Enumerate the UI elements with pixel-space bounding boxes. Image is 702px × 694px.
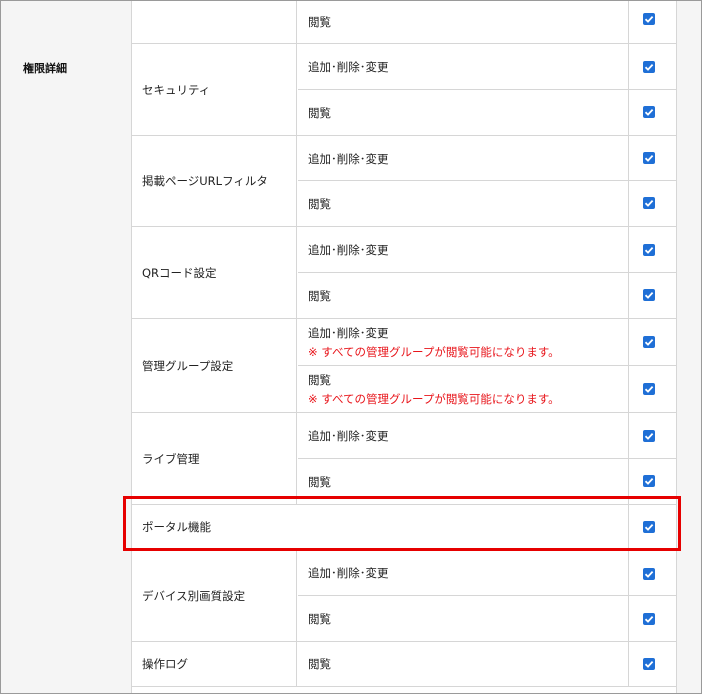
permission-group-admin-group: 管理グループ設定 追加･削除･変更 ※ すべての管理グループが閲覧可能になります… <box>132 319 676 413</box>
row-divider <box>629 272 676 273</box>
permission-checkbox[interactable] <box>643 658 655 670</box>
category-label: ライブ管理 <box>132 413 297 504</box>
category-label: QRコード設定 <box>132 227 297 318</box>
row-divider <box>629 595 676 596</box>
section-label: 権限詳細 <box>23 62 67 75</box>
sub-label: 閲覧 <box>308 15 331 29</box>
sub-label: 閲覧 <box>308 105 331 120</box>
permission-checkbox[interactable] <box>643 152 655 164</box>
sub-label-cell: 閲覧 ※ すべての管理グループが閲覧可能になります。 <box>298 365 629 412</box>
permission-checkbox[interactable] <box>643 475 655 487</box>
sub-label: 閲覧 <box>308 288 331 303</box>
sub-label: 追加･削除･変更 <box>308 326 389 340</box>
category-label: セキュリティ <box>132 44 297 135</box>
sub-label: 追加･削除･変更 <box>308 60 389 74</box>
sub-label-cell: 閲覧 <box>298 1 629 43</box>
permission-checkbox[interactable] <box>643 336 655 348</box>
sub-label-cell: 追加･削除･変更 ※ すべての管理グループが閲覧可能になります。 <box>298 319 629 366</box>
sub-label: 追加･削除･変更 <box>308 151 389 166</box>
permission-checkbox[interactable] <box>643 383 655 395</box>
row-divider <box>629 458 676 459</box>
sub-label-cell: 閲覧 <box>298 458 629 504</box>
permission-checkbox[interactable] <box>643 613 655 625</box>
sub-label-cell: 閲覧 <box>298 642 629 686</box>
category-label: デバイス別画質設定 <box>132 550 297 641</box>
sub-label-cell: 追加･削除･変更 <box>298 44 629 90</box>
permission-checkbox[interactable] <box>643 521 655 533</box>
sub-label-cell: 追加･削除･変更 <box>298 227 629 273</box>
warning-note: ※ すべての管理グループが閲覧可能になります。 <box>308 345 560 359</box>
sub-label-cell: 閲覧 <box>298 272 629 318</box>
permission-checkbox[interactable] <box>643 13 655 25</box>
row-divider <box>629 180 676 181</box>
permission-table: 権限詳細 閲覧 セキュリティ 追加･削除･変更 閲覧 掲載ページURLフィルタ … <box>0 0 702 694</box>
sub-label-cell: 閲覧 <box>298 180 629 226</box>
section-label-column: 権限詳細 <box>1 1 132 693</box>
permission-checkbox[interactable] <box>643 61 655 73</box>
permission-checkbox[interactable] <box>643 289 655 301</box>
permission-checkbox[interactable] <box>643 244 655 256</box>
permission-checkbox[interactable] <box>643 197 655 209</box>
sub-label-cell: 閲覧 <box>298 595 629 641</box>
sub-label-cell: 追加･削除･変更 <box>298 550 629 596</box>
sub-label: 閲覧 <box>308 372 331 387</box>
permission-group-portal: ポータル機能 <box>132 505 676 550</box>
permission-group-security: セキュリティ 追加･削除･変更 閲覧 <box>132 44 676 136</box>
sub-label: 閲覧 <box>308 611 331 626</box>
sub-label: 追加･削除･変更 <box>308 243 389 257</box>
permission-checkbox[interactable] <box>643 430 655 442</box>
right-gutter <box>676 1 701 693</box>
warning-note: ※ すべての管理グループが閲覧可能になります。 <box>308 391 560 406</box>
permission-group-qr-code: QRコード設定 追加･削除･変更 閲覧 <box>132 227 676 319</box>
row-divider <box>629 365 676 366</box>
permission-group-operation-log: 操作ログ 閲覧 <box>132 642 676 687</box>
sub-label: 閲覧 <box>308 474 331 489</box>
row-divider <box>629 89 676 90</box>
category-label: ポータル機能 <box>132 505 629 549</box>
sub-label: 閲覧 <box>308 196 331 211</box>
sub-label-cell: 追加･削除･変更 <box>298 136 629 181</box>
permission-group-device-quality: デバイス別画質設定 追加･削除･変更 閲覧 <box>132 550 676 642</box>
sub-label: 閲覧 <box>308 657 331 671</box>
category-label: 操作ログ <box>132 642 297 686</box>
permission-checkbox[interactable] <box>643 568 655 580</box>
category-label: 管理グループ設定 <box>132 319 297 412</box>
permission-group-url-filter: 掲載ページURLフィルタ 追加･削除･変更 閲覧 <box>132 136 676 227</box>
sub-label: 追加･削除･変更 <box>308 429 389 443</box>
permission-checkbox[interactable] <box>643 106 655 118</box>
sub-label: 追加･削除･変更 <box>308 566 389 580</box>
permission-group-live: ライブ管理 追加･削除･変更 閲覧 <box>132 413 676 505</box>
category-cell-empty <box>132 1 297 43</box>
permission-group-top: 閲覧 <box>132 1 676 44</box>
sub-label-cell: 閲覧 <box>298 89 629 135</box>
category-label: 掲載ページURLフィルタ <box>132 136 297 226</box>
sub-label-cell: 追加･削除･変更 <box>298 413 629 459</box>
